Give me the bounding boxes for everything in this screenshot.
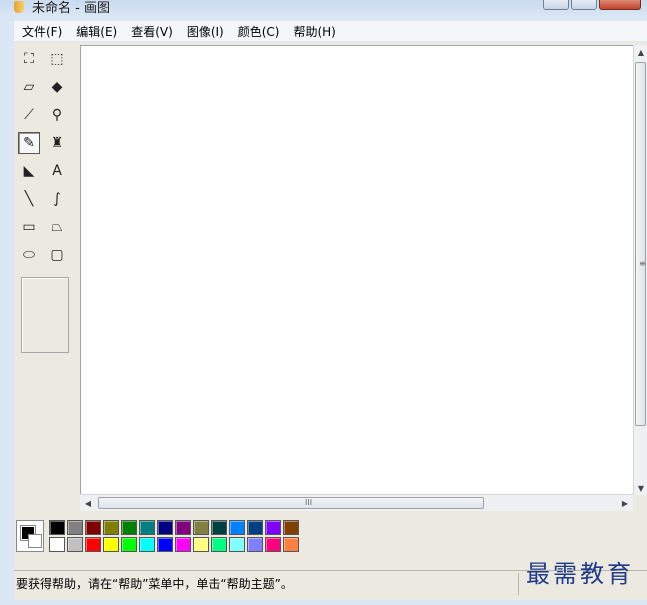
eraser-icon: ▱ <box>23 79 35 95</box>
curve-icon: ∫ <box>53 191 61 207</box>
color-swatch[interactable] <box>175 537 191 552</box>
current-colors-indicator[interactable] <box>16 520 44 552</box>
color-swatch[interactable] <box>157 520 173 535</box>
color-swatch[interactable] <box>139 520 155 535</box>
pencil-icon: ✎ <box>23 135 35 151</box>
color-swatch[interactable] <box>229 537 245 552</box>
color-swatch[interactable] <box>265 520 281 535</box>
tool-polygon[interactable]: ⏢ <box>46 216 68 238</box>
color-swatch[interactable] <box>265 537 281 552</box>
maximize-button[interactable] <box>571 0 597 10</box>
brush-icon: ♜ <box>50 135 64 151</box>
color-swatch[interactable] <box>67 537 83 552</box>
menu-image[interactable]: 图像(I) <box>187 23 224 40</box>
tool-pick-color[interactable]: ⟋ <box>18 104 40 126</box>
color-swatch[interactable] <box>211 520 227 535</box>
window-bottom-edge <box>0 600 647 605</box>
color-swatch[interactable] <box>49 537 65 552</box>
color-swatch[interactable] <box>157 537 173 552</box>
tool-options-box[interactable] <box>21 277 69 353</box>
scroll-right-arrow-icon[interactable]: ▶ <box>617 495 633 511</box>
menu-file[interactable]: 文件(F) <box>22 23 62 40</box>
color-swatch[interactable] <box>283 520 299 535</box>
color-swatch[interactable] <box>247 520 263 535</box>
color-swatch[interactable] <box>139 537 155 552</box>
tool-curve[interactable]: ∫ <box>46 188 68 210</box>
polygon-icon: ⏢ <box>51 219 63 235</box>
scroll-left-arrow-icon[interactable]: ◀ <box>80 495 96 511</box>
color-swatch[interactable] <box>193 520 209 535</box>
menu-view[interactable]: 查看(V) <box>131 23 173 40</box>
tool-airbrush[interactable]: ◣ <box>18 160 40 182</box>
menu-bar: 文件(F) 编辑(E) 查看(V) 图像(I) 颜色(C) 帮助(H) <box>14 21 647 41</box>
tool-text[interactable]: A <box>46 160 68 182</box>
color-swatch[interactable] <box>103 520 119 535</box>
color-swatch[interactable] <box>229 520 245 535</box>
rectangle-icon: ▭ <box>22 219 36 235</box>
free-select-icon: ⛶ <box>24 51 34 67</box>
color-swatch[interactable] <box>85 520 101 535</box>
tool-rectangle[interactable]: ▭ <box>18 216 40 238</box>
color-swatch[interactable] <box>85 537 101 552</box>
tool-brush[interactable]: ♜ <box>46 132 68 154</box>
horizontal-grip: III <box>305 498 313 507</box>
paint-client-area: ⛶ ⬚ ▱ ◆ ⟋ ⚲ ✎ ♜ ◣ A ╲ ∫ ▭ ⏢ ⬭ ▢ ▲ ≡ ▼ ◀ III ▶ <box>14 42 647 570</box>
magnifier-icon: ⚲ <box>51 107 63 123</box>
rect-select-icon: ⬚ <box>50 51 64 67</box>
drawing-canvas[interactable] <box>80 45 634 496</box>
color-swatch[interactable] <box>103 537 119 552</box>
vertical-scroll-thumb[interactable]: ≡ <box>635 62 646 426</box>
text-icon: A <box>52 163 62 179</box>
airbrush-icon: ◣ <box>23 163 35 179</box>
color-palette <box>49 520 299 552</box>
menu-help[interactable]: 帮助(H) <box>293 23 335 40</box>
color-swatch[interactable] <box>121 520 137 535</box>
horizontal-scroll-thumb[interactable]: III <box>98 497 484 509</box>
vertical-grip-icon: ≡ <box>639 259 646 268</box>
color-swatch[interactable] <box>283 537 299 552</box>
tool-line[interactable]: ╲ <box>18 188 40 210</box>
color-swatch[interactable] <box>247 537 263 552</box>
status-text: 要获得帮助，请在“帮助”菜单中，单击“帮助主题”。 <box>16 577 293 591</box>
horizontal-scrollbar[interactable]: ◀ III ▶ <box>80 494 633 511</box>
background-color <box>28 534 42 548</box>
vertical-scrollbar[interactable]: ▲ ≡ ▼ <box>633 45 647 495</box>
eyedropper-icon: ⟋ <box>24 107 34 123</box>
status-divider <box>518 573 519 595</box>
scroll-up-arrow-icon[interactable]: ▲ <box>634 45 647 59</box>
tool-eraser[interactable]: ▱ <box>18 76 40 98</box>
paint-app-icon <box>14 1 24 13</box>
color-swatch[interactable] <box>193 537 209 552</box>
tool-free-form-select[interactable]: ⛶ <box>18 48 40 70</box>
scroll-down-arrow-icon[interactable]: ▼ <box>634 481 647 495</box>
rounded-rect-icon: ▢ <box>50 247 64 263</box>
tool-rounded-rectangle[interactable]: ▢ <box>46 244 68 266</box>
watermark-logo: 最需教育 <box>526 560 634 588</box>
menu-colors[interactable]: 颜色(C) <box>238 23 280 40</box>
color-swatch[interactable] <box>67 520 83 535</box>
ellipse-icon: ⬭ <box>23 247 35 263</box>
title-bar: 未命名 - 画图 <box>0 0 647 18</box>
tool-fill[interactable]: ◆ <box>46 76 68 98</box>
window-controls <box>543 0 641 10</box>
menu-edit[interactable]: 编辑(E) <box>76 23 117 40</box>
line-icon: ╲ <box>24 191 34 207</box>
paint-bucket-icon: ◆ <box>51 79 63 95</box>
minimize-button[interactable] <box>543 0 569 10</box>
color-swatch[interactable] <box>211 537 227 552</box>
tool-ellipse[interactable]: ⬭ <box>18 244 40 266</box>
tool-pencil[interactable]: ✎ <box>18 132 40 154</box>
color-swatch[interactable] <box>49 520 65 535</box>
status-bar: 要获得帮助，请在“帮助”菜单中，单击“帮助主题”。 最需教育 <box>14 560 647 601</box>
window-title: 未命名 - 画图 <box>32 1 110 16</box>
tool-magnifier[interactable]: ⚲ <box>46 104 68 126</box>
close-button[interactable] <box>599 0 641 10</box>
color-swatch[interactable] <box>121 537 137 552</box>
color-swatch[interactable] <box>175 520 191 535</box>
tool-select[interactable]: ⬚ <box>46 48 68 70</box>
